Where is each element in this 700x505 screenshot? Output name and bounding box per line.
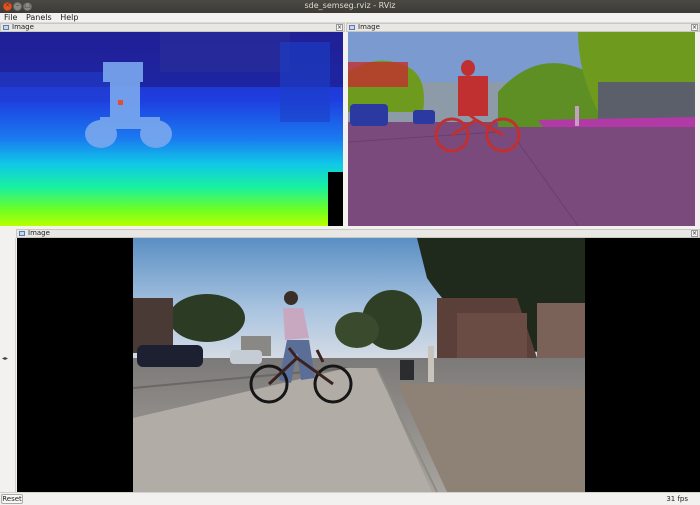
semseg-image-view[interactable] (348, 32, 695, 226)
image-panel-icon (19, 231, 25, 236)
sidebar-collapse-handle[interactable]: ◂▸ (0, 238, 16, 492)
depth-panel-title: Image (12, 23, 34, 31)
camera-image-view[interactable] (17, 238, 700, 492)
semseg-image (348, 32, 695, 226)
menu-panels[interactable]: Panels (23, 13, 55, 23)
photo-parked-car (137, 345, 203, 367)
status-bar: Reset 31 fps (0, 492, 700, 505)
window-title: sde_semseg.rviz - RViz (304, 1, 396, 10)
window-titlebar: × – □ sde_semseg.rviz - RViz (0, 0, 700, 13)
camera-panel-header[interactable]: Image × (16, 229, 700, 238)
reset-button[interactable]: Reset (1, 494, 23, 504)
camera-panel-title: Image (28, 229, 50, 237)
semseg-panel-close-icon[interactable]: × (691, 24, 698, 31)
fps-counter: 31 fps (666, 495, 688, 503)
depth-panel-close-icon[interactable]: × (336, 24, 343, 31)
camera-image (17, 238, 700, 492)
depth-image-view[interactable] (0, 32, 343, 226)
camera-panel-close-icon[interactable]: × (691, 230, 698, 237)
image-panel-icon (349, 25, 355, 30)
menu-file[interactable]: File (0, 13, 20, 23)
semseg-panel-header[interactable]: Image × (346, 23, 700, 32)
sidebar-toggle-icon[interactable]: ◂▸ (2, 355, 8, 362)
menu-help[interactable]: Help (57, 13, 81, 23)
image-panel-icon (3, 25, 9, 30)
menu-bar: File Panels Help (0, 13, 700, 23)
semseg-panel-title: Image (358, 23, 380, 31)
depth-image (0, 32, 343, 226)
depth-panel-header[interactable]: Image × (0, 23, 345, 32)
top-panel-spacer (695, 32, 700, 226)
